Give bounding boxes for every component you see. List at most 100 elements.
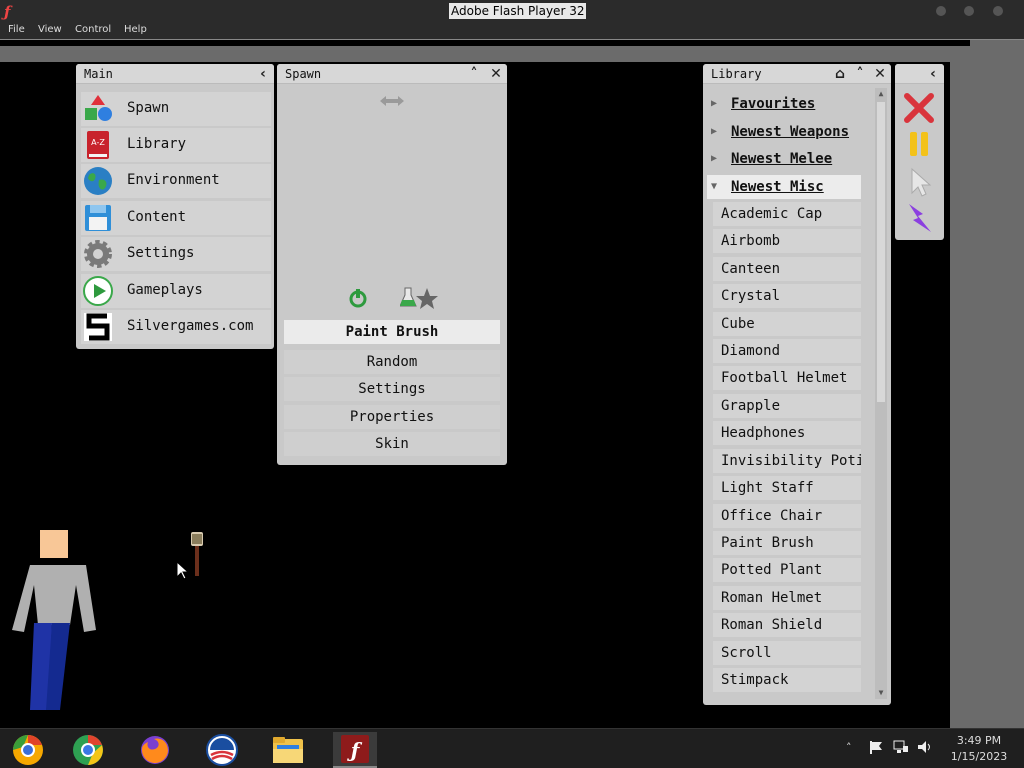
maximize-button[interactable] xyxy=(964,6,974,16)
main-item-settings[interactable]: Settings xyxy=(81,237,271,271)
main-item-environment[interactable]: Environment xyxy=(81,164,271,198)
library-item[interactable]: Office Chair xyxy=(713,504,861,528)
home-icon[interactable]: ⌂ xyxy=(831,65,849,83)
expand-arrow-icon: ▶ xyxy=(711,126,718,137)
menu-control[interactable]: Control xyxy=(75,24,111,35)
flash-player-icon[interactable]: ƒ xyxy=(333,732,377,768)
main-item-silvergames[interactable]: Silvergames.com xyxy=(81,310,271,344)
main-panel-header[interactable]: Main ‹ xyxy=(76,64,274,84)
spawn-panel-header[interactable]: Spawn ˄ ✕ xyxy=(277,64,507,84)
library-item[interactable]: Cube xyxy=(713,312,861,336)
library-item[interactable]: Headphones xyxy=(713,421,861,445)
flask-star-icon[interactable] xyxy=(400,286,438,310)
category-newest-weapons[interactable]: ▶ Newest Weapons xyxy=(707,120,861,144)
category-newest-misc[interactable]: ▼ Newest Misc xyxy=(707,175,861,199)
minimize-button[interactable] xyxy=(936,6,946,16)
library-item[interactable]: Academic Cap xyxy=(713,202,861,226)
collapse-icon[interactable]: ‹ xyxy=(924,65,942,83)
flash-icon: ƒ xyxy=(4,3,11,21)
expand-arrow-icon: ▶ xyxy=(711,98,718,109)
expand-arrow-icon: ▶ xyxy=(711,153,718,164)
volume-icon[interactable] xyxy=(917,740,933,768)
library-item[interactable]: Airbomb xyxy=(713,229,861,253)
library-item[interactable]: Roman Shield xyxy=(713,613,861,637)
library-scrollbar[interactable]: ▲ ▼ xyxy=(875,88,887,699)
library-item[interactable]: Roman Helmet xyxy=(713,586,861,610)
menu-file[interactable]: File xyxy=(8,24,25,35)
selected-tool-paint-brush[interactable]: Paint Brush xyxy=(284,320,500,344)
clock-time: 3:49 PM xyxy=(956,734,1002,747)
settings-button[interactable]: Settings xyxy=(284,377,500,401)
pause-icon[interactable] xyxy=(901,126,937,162)
main-panel-title: Main xyxy=(84,67,113,81)
menu-help[interactable]: Help xyxy=(124,24,147,35)
refresh-power-icon[interactable] xyxy=(348,288,368,308)
category-newest-melee[interactable]: ▶ Newest Melee xyxy=(707,147,861,171)
obama-logo-icon[interactable] xyxy=(200,732,244,768)
book-icon: A-Z xyxy=(87,131,109,159)
double-arrow-icon[interactable] xyxy=(380,96,404,106)
menu-view[interactable]: View xyxy=(38,24,62,35)
collapse-arrow-icon: ▼ xyxy=(711,181,718,192)
chevron-up-icon[interactable]: ˄ xyxy=(851,65,869,83)
close-button[interactable] xyxy=(993,6,1003,16)
skin-button[interactable]: Skin xyxy=(284,432,500,456)
lightning-icon[interactable] xyxy=(901,200,937,236)
library-item[interactable]: Canteen xyxy=(713,257,861,281)
scroll-down-arrow-icon[interactable]: ▼ xyxy=(876,688,886,698)
main-panel: Main ‹ Spawn A-Z Library Environment Con… xyxy=(76,64,274,349)
library-item[interactable]: Stimpack xyxy=(713,668,861,692)
library-item[interactable]: Paint Brush xyxy=(713,531,861,555)
library-item[interactable]: Diamond xyxy=(713,339,861,363)
random-button[interactable]: Random xyxy=(284,350,500,374)
library-panel-header[interactable]: Library ⌂ ˄ ✕ xyxy=(703,64,891,84)
close-icon[interactable]: ✕ xyxy=(871,65,889,83)
mouse-cursor-icon xyxy=(176,561,190,580)
torch-object[interactable] xyxy=(188,532,206,578)
chevron-up-icon[interactable]: ˄ xyxy=(465,65,483,83)
delete-x-icon[interactable] xyxy=(901,90,937,126)
toolbox-panel: ‹ xyxy=(895,64,944,240)
collapse-icon[interactable]: ‹ xyxy=(254,65,272,83)
window-title: Adobe Flash Player 32 xyxy=(449,3,587,19)
clock[interactable]: 3:49 PM 1/15/2023 xyxy=(948,734,1010,768)
library-item[interactable]: Potted Plant xyxy=(713,558,861,582)
silvergames-logo-icon xyxy=(84,313,112,341)
file-explorer-icon[interactable] xyxy=(266,732,310,768)
chrome-canary-icon[interactable] xyxy=(6,732,50,768)
firefox-icon[interactable] xyxy=(133,732,177,768)
ragdoll-head[interactable] xyxy=(40,530,68,558)
properties-button[interactable]: Properties xyxy=(284,405,500,429)
close-icon[interactable]: ✕ xyxy=(487,65,505,83)
network-icon[interactable] xyxy=(893,740,909,768)
main-item-spawn[interactable]: Spawn xyxy=(81,92,271,126)
scroll-up-arrow-icon[interactable]: ▲ xyxy=(876,89,886,99)
shapes-icon xyxy=(85,95,112,121)
chrome-icon[interactable] xyxy=(66,732,110,768)
library-item[interactable]: Crystal xyxy=(713,284,861,308)
scrollbar-thumb[interactable] xyxy=(877,102,885,402)
windows-taskbar: ƒ ˄ 3:49 PM 1/15/2023 xyxy=(0,728,1024,768)
clock-date: 1/15/2023 xyxy=(950,750,1008,763)
main-item-content[interactable]: Content xyxy=(81,201,271,235)
library-item[interactable]: Light Staff xyxy=(713,476,861,500)
spawn-panel-title: Spawn xyxy=(285,67,322,81)
main-item-gameplays[interactable]: Gameplays xyxy=(81,274,271,308)
window-titlebar: ƒ Adobe Flash Player 32 xyxy=(0,0,1024,22)
library-item[interactable]: Grapple xyxy=(713,394,861,418)
flag-icon[interactable] xyxy=(869,740,883,768)
toolbox-panel-header[interactable]: ‹ xyxy=(895,64,944,84)
svg-text:A-Z: A-Z xyxy=(91,138,105,147)
library-item[interactable]: Invisibility Potion xyxy=(713,449,861,473)
floppy-disk-icon xyxy=(85,205,111,231)
select-cursor-icon[interactable] xyxy=(901,164,937,200)
main-item-library[interactable]: A-Z Library xyxy=(81,128,271,162)
play-icon xyxy=(83,276,113,306)
ragdoll-body[interactable] xyxy=(0,555,110,715)
show-hidden-icons-chevron-icon[interactable]: ˄ xyxy=(846,741,852,768)
menubar: File View Control Help xyxy=(0,22,1024,40)
spawn-panel: Spawn ˄ ✕ Paint Brush Random Settings Pr… xyxy=(277,64,507,465)
category-favourites[interactable]: ▶ Favourites xyxy=(707,92,861,116)
library-item[interactable]: Football Helmet xyxy=(713,366,861,390)
library-item[interactable]: Scroll xyxy=(713,641,861,665)
